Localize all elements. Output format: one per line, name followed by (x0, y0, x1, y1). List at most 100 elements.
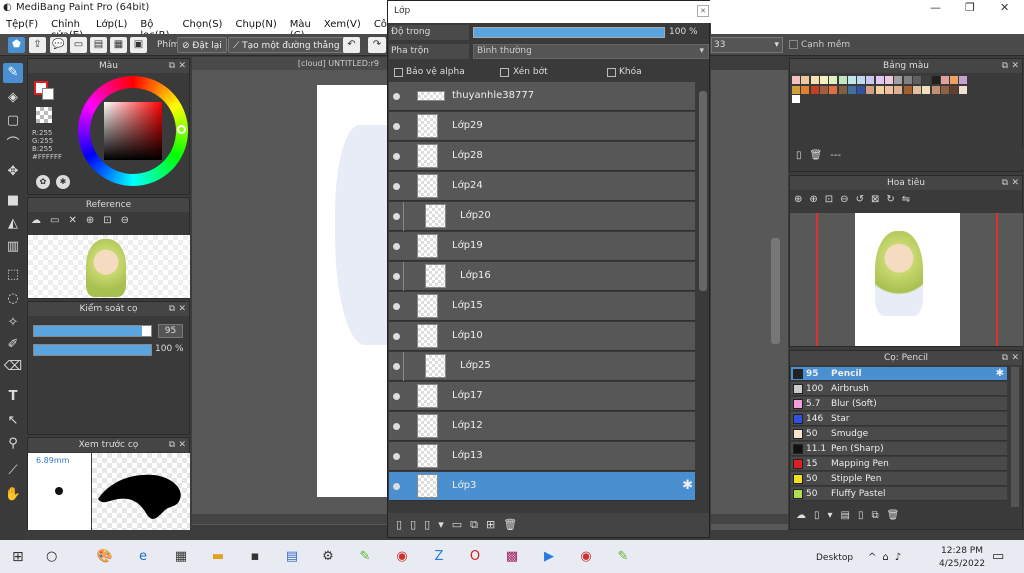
color-swatch[interactable] (866, 85, 875, 94)
eye-icon[interactable] (393, 123, 400, 130)
color-swatch[interactable] (940, 85, 949, 94)
merge-icon[interactable]: ⊞ (486, 518, 503, 531)
grid-icon[interactable]: ▦ (110, 37, 127, 53)
layer-row[interactable]: Lớp19 (389, 232, 695, 261)
chevron-up-icon[interactable]: ^ (868, 552, 882, 563)
open-folder-icon[interactable]: ▭ (50, 215, 68, 226)
color-swatch[interactable] (922, 76, 931, 84)
remove-icon[interactable]: ✕ (68, 215, 85, 226)
terminal-icon[interactable]: ▪ (246, 549, 264, 565)
layer-row[interactable]: Lớp24 (389, 172, 695, 201)
brush-row[interactable]: 100 Airbrush (791, 382, 1007, 396)
brush-list-scroll[interactable] (1011, 367, 1019, 507)
select-pen-icon[interactable]: ✐ (3, 335, 23, 355)
color-swatch[interactable] (959, 85, 968, 94)
brush-row[interactable]: 146 Star (791, 412, 1007, 426)
eye-icon[interactable] (393, 243, 400, 250)
close-panel-icon[interactable]: ✕ (1011, 176, 1019, 190)
desktop-label[interactable]: Desktop (816, 553, 853, 563)
eye-icon[interactable] (393, 483, 400, 490)
bucket-tool-icon[interactable]: ◭ (3, 214, 23, 234)
canvas-hscroll[interactable] (192, 514, 387, 524)
layer-row[interactable]: Lớp16 (389, 262, 695, 291)
canvas-hscroll-right[interactable] (711, 514, 788, 524)
brush-duplicate-icon[interactable]: ⧉ (872, 510, 887, 521)
menu-item[interactable]: Chọn(S) (177, 17, 230, 34)
color-swatch[interactable] (875, 76, 884, 84)
brush-row[interactable]: 11.1 Pen (Sharp) (791, 442, 1007, 456)
menu-item[interactable]: Bộ lọc(R) (134, 17, 176, 41)
lasso-tool-icon[interactable]: ◌ (3, 289, 23, 309)
fit-icon[interactable]: ⊡ (825, 194, 840, 205)
popout-icon[interactable]: ⧉ (1002, 59, 1008, 73)
new-brush-icon[interactable]: ▯ (814, 510, 828, 521)
color-swatch[interactable] (829, 85, 838, 94)
comment-icon[interactable]: 💬 (50, 37, 67, 53)
color-swatch[interactable] (922, 85, 931, 94)
zoom-in-icon[interactable]: ⊕ (809, 194, 824, 205)
magic-wand-icon[interactable]: ✧ (3, 313, 23, 333)
transparent-swatch[interactable] (36, 107, 52, 123)
layout-icon[interactable]: ▣ (130, 37, 147, 53)
color-swatch[interactable] (931, 85, 940, 94)
rotate-left-icon[interactable]: ↺ (856, 194, 871, 205)
color-settings-icon[interactable]: ✱ (56, 175, 70, 189)
add-swatch-icon[interactable]: ▯ (796, 150, 810, 161)
operation-tool-icon[interactable]: ↖ (3, 411, 23, 431)
eye-icon[interactable] (393, 213, 400, 220)
color-swatch[interactable] (847, 76, 856, 84)
menu-item[interactable]: Chỉnh sửa(E) (45, 17, 90, 41)
reset-button[interactable]: ⊘ Đặt lại (177, 37, 227, 53)
saturation-square[interactable] (104, 102, 162, 160)
folder-icon[interactable]: ▭ (452, 518, 470, 531)
color-swatch[interactable] (792, 95, 800, 103)
menu-item[interactable]: Màu (C) (284, 17, 318, 41)
layer-row[interactable]: Lớp3 ✱ (389, 472, 695, 501)
file-explorer-icon[interactable]: ▬ (209, 549, 227, 565)
color-swatch[interactable] (950, 85, 959, 94)
color-swatch[interactable] (940, 76, 949, 84)
text-tool-icon[interactable]: T (3, 387, 23, 407)
reset-view-icon[interactable]: ⊠ (871, 194, 886, 205)
brush-row[interactable]: 5.7 Blur (Soft) (791, 397, 1007, 411)
color-swatch[interactable] (819, 76, 828, 84)
layer-row[interactable]: thuyanhle38777 (389, 82, 695, 111)
close-panel-icon[interactable]: ✕ (178, 302, 186, 316)
color-swatch[interactable] (810, 76, 819, 84)
layer-opacity-slider[interactable] (473, 27, 665, 38)
zoom-out-icon[interactable]: ⊖ (121, 215, 138, 226)
eye-icon[interactable] (393, 333, 400, 340)
brush-row[interactable]: 15 Mapping Pen (791, 457, 1007, 471)
eye-icon[interactable] (393, 183, 400, 190)
add-layer-menu-icon[interactable]: ▾ (438, 518, 452, 531)
duplicate-icon[interactable]: ⧉ (470, 518, 486, 531)
eye-icon[interactable] (393, 153, 400, 160)
eye-icon[interactable] (393, 363, 400, 370)
menu-item[interactable]: Xem(V) (318, 17, 368, 34)
color-swatch[interactable] (894, 76, 903, 84)
eye-icon[interactable] (393, 423, 400, 430)
size-value[interactable]: 95 (158, 324, 183, 338)
eraser-tool-icon[interactable]: ◈ (3, 88, 23, 108)
edge-icon[interactable]: e (134, 549, 152, 565)
gradient-tool-icon[interactable]: ▥ (3, 237, 23, 257)
color-swatch[interactable] (810, 85, 819, 94)
color-swatch[interactable] (885, 85, 893, 94)
close-button[interactable]: ✕ (1000, 1, 1009, 14)
brush-copy-icon[interactable]: ▯ (858, 510, 872, 521)
paint-app-icon[interactable]: 🎨 (96, 549, 114, 565)
blend-mode-select[interactable]: Bình thường ▾ (473, 44, 709, 59)
color-swatch[interactable] (931, 76, 940, 84)
move-tool-icon[interactable]: ✥ (3, 162, 23, 182)
color-swatch[interactable] (792, 85, 800, 94)
popout-icon[interactable]: ⧉ (1002, 176, 1008, 190)
protect-alpha-checkbox[interactable] (394, 68, 403, 77)
eye-icon[interactable] (393, 93, 400, 100)
layer-row[interactable]: Lớp10 (389, 322, 695, 351)
zoom-in-icon[interactable]: ⊕ (86, 215, 103, 226)
drawing-canvas[interactable] (317, 85, 395, 497)
trash-icon[interactable]: 🗑 (887, 510, 908, 521)
eye-icon[interactable] (393, 273, 400, 280)
close-panel-icon[interactable]: ✕ (178, 59, 186, 73)
brush-row[interactable]: 95 Pencil ✱ (791, 367, 1007, 381)
